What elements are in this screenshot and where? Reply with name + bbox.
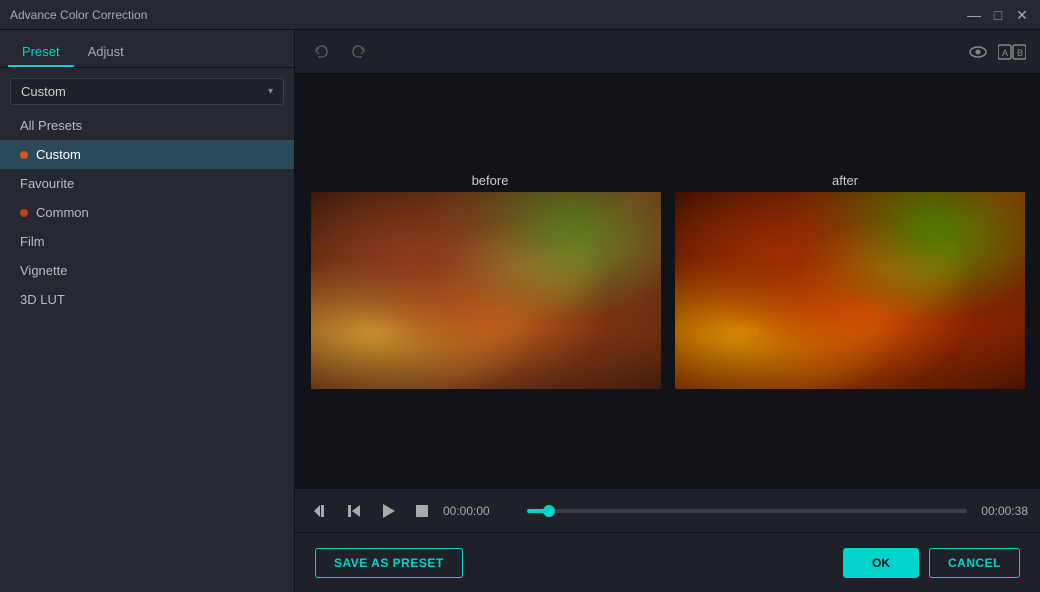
prev-frame-button[interactable] (341, 498, 367, 524)
right-panel: A B before after (295, 30, 1040, 592)
video-compare (311, 192, 1025, 389)
label-after: after (668, 173, 1023, 188)
bottom-bar: SAVE AS PRESET OK CANCEL (295, 532, 1040, 592)
video-toolbar: A B (295, 30, 1040, 74)
video-frame-after (675, 192, 1025, 389)
window-title: Advance Color Correction (10, 8, 147, 22)
list-item-label: All Presets (20, 118, 82, 133)
time-total: 00:00:38 (981, 504, 1028, 518)
list-item-favourite[interactable]: Favourite (0, 169, 294, 198)
list-item-all-presets[interactable]: All Presets (0, 111, 294, 140)
food-image-after (675, 192, 1025, 389)
dropdown-label: Custom (21, 84, 66, 99)
list-item-label: Vignette (20, 263, 67, 278)
list-item-film[interactable]: Film (0, 227, 294, 256)
video-frame-before (311, 192, 661, 389)
toolbar-right: A B (968, 42, 1026, 62)
video-labels-row: before after (313, 173, 1023, 188)
list-item-label: Film (20, 234, 45, 249)
list-item-label: Custom (36, 147, 81, 162)
cancel-button[interactable]: CANCEL (929, 548, 1020, 578)
maximize-button[interactable]: □ (990, 7, 1006, 23)
svg-text:B: B (1017, 48, 1023, 58)
list-item-3dlut[interactable]: 3D LUT (0, 285, 294, 314)
preset-dropdown[interactable]: Custom ▾ (10, 78, 284, 105)
stop-button[interactable] (409, 498, 435, 524)
list-item-label: 3D LUT (20, 292, 65, 307)
preset-list: All Presets Custom Favourite Common Film… (0, 111, 294, 592)
minimize-button[interactable]: — (966, 7, 982, 23)
ok-button[interactable]: OK (843, 548, 919, 578)
tab-bar: Preset Adjust (0, 30, 294, 68)
rewind-button[interactable] (307, 498, 333, 524)
left-panel: Preset Adjust Custom ▾ All Presets Custo… (0, 30, 295, 592)
close-button[interactable]: ✕ (1014, 7, 1030, 23)
redo-button[interactable] (347, 40, 371, 64)
video-area: before after (295, 74, 1040, 488)
main-layout: Preset Adjust Custom ▾ All Presets Custo… (0, 30, 1040, 592)
chevron-down-icon: ▾ (268, 86, 273, 97)
food-image-before (311, 192, 661, 389)
list-item-label: Favourite (20, 176, 74, 191)
save-as-preset-button[interactable]: SAVE AS PRESET (315, 548, 463, 578)
color-dot-custom (20, 151, 28, 159)
ab-compare-button[interactable]: A B (998, 43, 1026, 61)
list-item-label: Common (36, 205, 89, 220)
controls-bar: 00:00:00 00:00:38 (295, 488, 1040, 532)
play-button[interactable] (375, 498, 401, 524)
tab-preset[interactable]: Preset (8, 38, 74, 67)
progress-bar[interactable] (527, 509, 967, 513)
title-bar: Advance Color Correction — □ ✕ (0, 0, 1040, 30)
window-controls: — □ ✕ (966, 7, 1030, 23)
color-dot-common (20, 209, 28, 217)
progress-thumb[interactable] (543, 505, 555, 517)
time-current: 00:00:00 (443, 504, 513, 518)
svg-text:A: A (1002, 48, 1008, 58)
list-item-vignette[interactable]: Vignette (0, 256, 294, 285)
label-before: before (313, 173, 668, 188)
tab-adjust[interactable]: Adjust (74, 38, 138, 67)
list-item-custom[interactable]: Custom (0, 140, 294, 169)
undo-button[interactable] (309, 40, 333, 64)
dropdown-wrapper: Custom ▾ (0, 68, 294, 111)
preview-button[interactable] (968, 42, 988, 62)
list-item-common[interactable]: Common (0, 198, 294, 227)
